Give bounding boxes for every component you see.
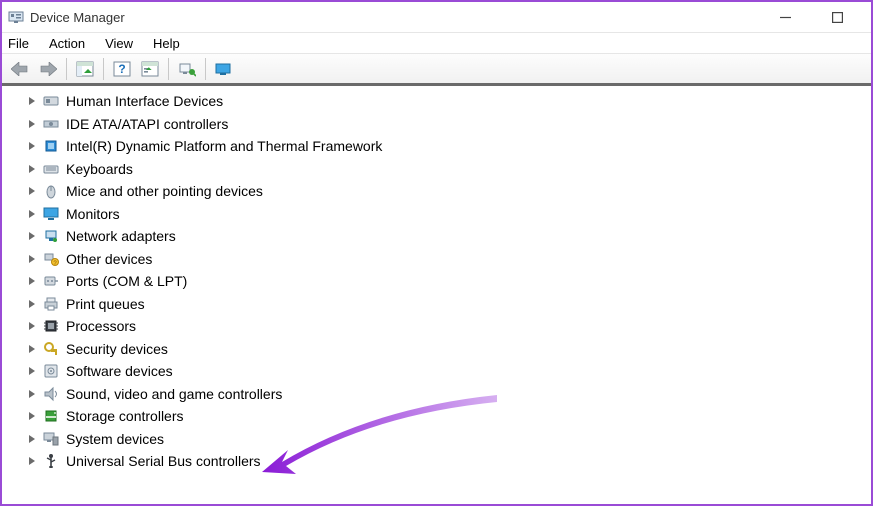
ide-icon	[42, 115, 60, 133]
chevron-right-icon[interactable]	[26, 365, 38, 377]
menu-action[interactable]: Action	[49, 34, 97, 53]
tree-row[interactable]: Network adapters	[2, 225, 871, 248]
tree-row[interactable]: Human Interface Devices	[2, 90, 871, 113]
chevron-right-icon[interactable]	[26, 163, 38, 175]
scan-hardware-button[interactable]	[174, 56, 200, 82]
tree-item-label: Mice and other pointing devices	[66, 183, 263, 199]
menu-help[interactable]: Help	[153, 34, 192, 53]
menu-file[interactable]: File	[6, 34, 41, 53]
ports-icon	[42, 272, 60, 290]
tree-item-label: Human Interface Devices	[66, 93, 223, 109]
toolbar: ?	[2, 54, 871, 86]
tree-row[interactable]: Security devices	[2, 338, 871, 361]
back-button[interactable]	[7, 56, 33, 82]
chevron-right-icon[interactable]	[26, 208, 38, 220]
tree-item-label: Storage controllers	[66, 408, 184, 424]
system-icon	[42, 430, 60, 448]
minimize-button[interactable]	[767, 6, 803, 28]
tree-item-label: Ports (COM & LPT)	[66, 273, 187, 289]
tree-row[interactable]: Universal Serial Bus controllers	[2, 450, 871, 473]
tree-row[interactable]: Storage controllers	[2, 405, 871, 428]
tree-item-label: Processors	[66, 318, 136, 334]
chevron-right-icon[interactable]	[26, 275, 38, 287]
hid-icon	[42, 92, 60, 110]
keyboard-icon	[42, 160, 60, 178]
maximize-button[interactable]	[819, 6, 855, 28]
tree-row[interactable]: Print queues	[2, 293, 871, 316]
tree-row[interactable]: Processors	[2, 315, 871, 338]
tree-item-label: IDE ATA/ATAPI controllers	[66, 116, 228, 132]
monitor-icon	[42, 205, 60, 223]
chevron-right-icon[interactable]	[26, 388, 38, 400]
tree-item-label: Keyboards	[66, 161, 133, 177]
processor-icon	[42, 317, 60, 335]
tree-row[interactable]: IDE ATA/ATAPI controllers	[2, 113, 871, 136]
svg-text:?: ?	[118, 62, 125, 76]
tree-row[interactable]: System devices	[2, 428, 871, 451]
chevron-right-icon[interactable]	[26, 433, 38, 445]
tree-row[interactable]: Mice and other pointing devices	[2, 180, 871, 203]
tree-item-label: Software devices	[66, 363, 173, 379]
chevron-right-icon[interactable]	[26, 140, 38, 152]
chevron-right-icon[interactable]	[26, 118, 38, 130]
properties-button[interactable]	[137, 56, 163, 82]
tree-item-label: Network adapters	[66, 228, 176, 244]
show-hide-console-tree-button[interactable]	[72, 56, 98, 82]
device-manager-icon	[8, 9, 24, 25]
menu-view[interactable]: View	[105, 34, 145, 53]
mouse-icon	[42, 182, 60, 200]
tree-item-label: Print queues	[66, 296, 145, 312]
sound-icon	[42, 385, 60, 403]
chevron-right-icon[interactable]	[26, 320, 38, 332]
tree-row[interactable]: Sound, video and game controllers	[2, 383, 871, 406]
tree-item-label: Monitors	[66, 206, 120, 222]
network-icon	[42, 227, 60, 245]
device-tree: Human Interface Devices IDE ATA/ATAPI con…	[2, 86, 871, 504]
forward-button[interactable]	[35, 56, 61, 82]
toolbar-separator	[66, 58, 67, 80]
tree-row[interactable]: Intel(R) Dynamic Platform and Thermal Fr…	[2, 135, 871, 158]
tree-row[interactable]: Software devices	[2, 360, 871, 383]
other-icon: ?	[42, 250, 60, 268]
chevron-right-icon[interactable]	[26, 343, 38, 355]
chevron-right-icon[interactable]	[26, 455, 38, 467]
chevron-right-icon[interactable]	[26, 410, 38, 422]
printer-icon	[42, 295, 60, 313]
tree-item-label: Other devices	[66, 251, 152, 267]
tree-item-label: Security devices	[66, 341, 168, 357]
chevron-right-icon[interactable]	[26, 298, 38, 310]
toolbar-separator	[103, 58, 104, 80]
tree-row[interactable]: Ports (COM & LPT)	[2, 270, 871, 293]
device-manager-window: Device Manager File Action View Help	[0, 0, 873, 506]
tree-row[interactable]: Keyboards	[2, 158, 871, 181]
title-left: Device Manager	[8, 9, 125, 25]
chevron-right-icon[interactable]	[26, 253, 38, 265]
tree-item-label: Intel(R) Dynamic Platform and Thermal Fr…	[66, 138, 382, 154]
tree-item-label: System devices	[66, 431, 164, 447]
storage-icon	[42, 407, 60, 425]
chevron-right-icon[interactable]	[26, 95, 38, 107]
software-icon	[42, 362, 60, 380]
toolbar-separator	[168, 58, 169, 80]
window-title: Device Manager	[30, 10, 125, 25]
security-icon	[42, 340, 60, 358]
window-controls	[767, 6, 863, 28]
chevron-right-icon[interactable]	[26, 185, 38, 197]
tree-item-label: Sound, video and game controllers	[66, 386, 282, 402]
tree-row[interactable]: ? Other devices	[2, 248, 871, 271]
chip-blue-icon	[42, 137, 60, 155]
tree-row[interactable]: Monitors	[2, 203, 871, 226]
toolbar-separator	[205, 58, 206, 80]
chevron-right-icon[interactable]	[26, 230, 38, 242]
usb-icon	[42, 452, 60, 470]
menubar: File Action View Help	[2, 32, 871, 54]
help-button[interactable]: ?	[109, 56, 135, 82]
titlebar: Device Manager	[2, 2, 871, 32]
view-devices-button[interactable]	[211, 56, 237, 82]
tree-item-label: Universal Serial Bus controllers	[66, 453, 261, 469]
